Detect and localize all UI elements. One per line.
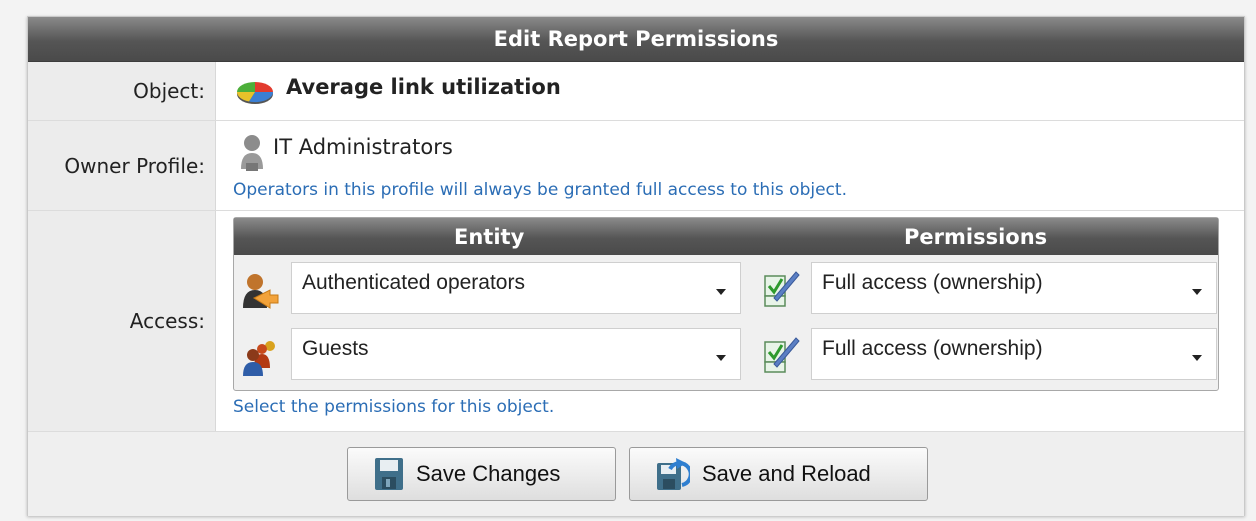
object-value: Average link utilization (216, 62, 1244, 120)
object-row: Object: Average link utilization (28, 62, 1244, 121)
entity-column-header: Entity (454, 225, 525, 249)
access-value: Entity Permissions Authenticated operato… (216, 211, 1244, 431)
save-reload-icon (657, 458, 690, 490)
save-and-reload-label: Save and Reload (702, 461, 871, 486)
edit-permissions-dialog: Edit Report Permissions Object: Average … (27, 16, 1245, 516)
access-table: Entity Permissions Authenticated operato… (233, 217, 1219, 391)
save-changes-label: Save Changes (416, 461, 561, 486)
chevron-down-icon (1192, 355, 1202, 361)
permission-select-value: Full access (ownership) (822, 271, 1043, 294)
access-table-row: Authenticated operators Full access (own… (234, 258, 1218, 320)
access-label: Access: (28, 211, 216, 431)
entity-select-value: Guests (302, 337, 369, 360)
owner-profile-value: IT Administrators Operators in this prof… (216, 121, 1244, 210)
chevron-down-icon (716, 355, 726, 361)
permission-select-value: Full access (ownership) (822, 337, 1043, 360)
access-hint: Select the permissions for this object. (233, 397, 555, 417)
chevron-down-icon (1192, 289, 1202, 295)
save-changes-button[interactable]: Save Changes (347, 447, 616, 501)
permissions-column-header: Permissions (904, 225, 1048, 249)
entity-select-value: Authenticated operators (302, 271, 525, 294)
guests-group-icon (243, 341, 275, 376)
check-pen-icon (764, 337, 800, 373)
access-table-row: Guests Full access (ownership) (234, 324, 1218, 386)
owner-profile-label: Owner Profile: (28, 121, 216, 210)
permission-select[interactable]: Full access (ownership) (811, 328, 1217, 380)
entity-select[interactable]: Guests (291, 328, 741, 380)
entity-select[interactable]: Authenticated operators (291, 262, 741, 314)
chevron-down-icon (716, 289, 726, 295)
check-pen-icon (764, 271, 800, 307)
permission-select[interactable]: Full access (ownership) (811, 262, 1217, 314)
access-row: Access: Entity Permissions Authenticated… (28, 211, 1244, 432)
owner-profile-row: Owner Profile: IT Administrators Operato… (28, 121, 1244, 211)
access-table-header: Entity Permissions (234, 218, 1218, 255)
object-name: Average link utilization (286, 75, 561, 99)
floppy-disk-icon (375, 458, 403, 490)
dialog-footer: Save Changes Save and Reload (28, 432, 1244, 516)
authenticated-operator-icon (243, 274, 279, 309)
owner-profile-name: IT Administrators (273, 135, 453, 159)
owner-profile-hint: Operators in this profile will always be… (233, 180, 847, 200)
object-label: Object: (28, 62, 216, 120)
person-profile-icon (241, 135, 263, 171)
pie-chart-icon (236, 82, 274, 104)
dialog-title: Edit Report Permissions (28, 17, 1244, 62)
save-and-reload-button[interactable]: Save and Reload (629, 447, 928, 501)
